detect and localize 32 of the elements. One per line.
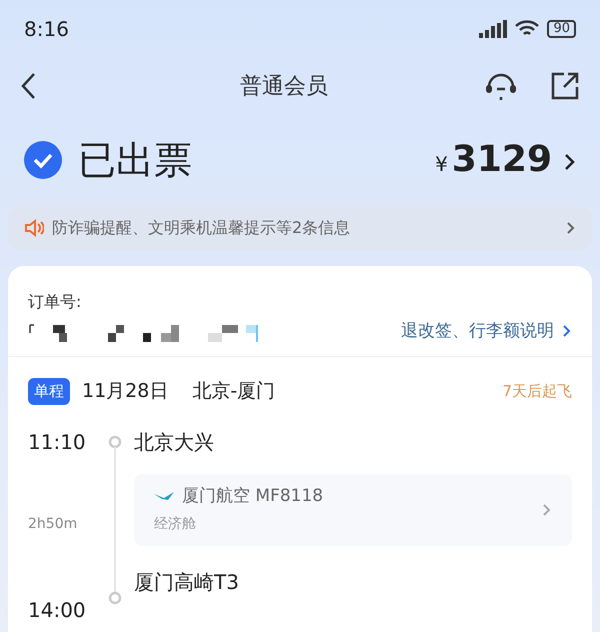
notice-bar[interactable]: 防诈骗提醒、文明乘机温馨提示等2条信息 <box>8 206 592 250</box>
departure-time: 11:10 <box>28 428 87 456</box>
ticket-status: 已出票 <box>78 136 192 184</box>
headset-icon[interactable] <box>484 71 518 101</box>
order-number-label: 订单号: <box>28 291 82 313</box>
clock-time: 8:16 <box>24 16 69 43</box>
battery-icon: 90 <box>547 20 576 38</box>
one-way-badge: 单程 <box>28 378 70 404</box>
currency-symbol: ¥ <box>435 151 448 178</box>
chevron-icon <box>566 221 576 235</box>
refund-rules-link[interactable]: 退改签、行李额说明 <box>401 318 554 344</box>
notice-text: 防诈骗提醒、文明乘机温馨提示等2条信息 <box>52 217 352 239</box>
flight-info-card[interactable]: 厦门航空 MF8118 经济舱 <box>134 474 572 546</box>
cabin-class: 经济舱 <box>154 514 197 534</box>
flight-duration: 2h50m <box>28 514 78 534</box>
signal-icon <box>479 20 508 38</box>
arrival-airport: 厦门高崎T3 <box>134 568 240 596</box>
arrival-time: 14:00 <box>28 596 87 624</box>
chevron-icon <box>562 324 572 338</box>
departure-countdown: 7天后起飞 <box>502 381 572 402</box>
chevron-icon <box>542 502 552 516</box>
flight-route: 北京-厦门 <box>192 379 276 404</box>
share-icon[interactable] <box>550 71 580 101</box>
page-title: 普通会员 <box>240 72 328 100</box>
airline-flight: 厦门航空 MF8118 <box>182 485 324 508</box>
back-icon[interactable] <box>20 72 36 100</box>
speaker-icon <box>24 219 44 237</box>
departure-airport: 北京大兴 <box>134 428 215 456</box>
chevron-icon[interactable] <box>564 153 576 171</box>
price-amount[interactable]: 3129 <box>452 133 552 187</box>
flight-date: 11月28日 <box>82 379 168 404</box>
bird-icon <box>154 492 174 502</box>
